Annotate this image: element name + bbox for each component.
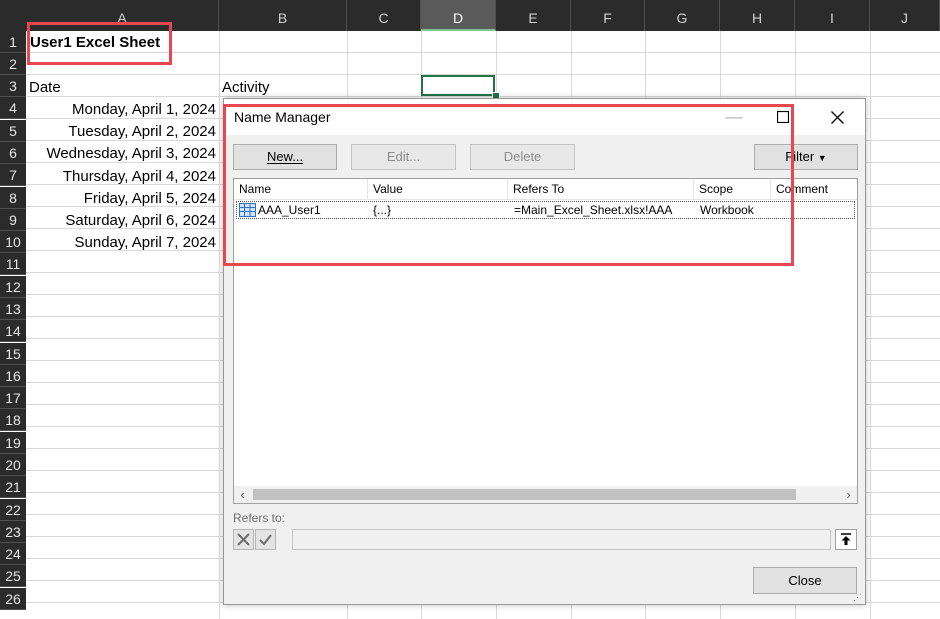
row-header[interactable]: 4 bbox=[0, 97, 26, 119]
column-name[interactable]: Name bbox=[234, 179, 368, 199]
column-scope[interactable]: Scope bbox=[694, 179, 771, 199]
collapse-dialog-button[interactable] bbox=[835, 529, 857, 550]
row-header[interactable]: 26 bbox=[0, 588, 26, 610]
confirm-edit-button[interactable] bbox=[255, 529, 276, 550]
dropdown-arrow-icon: ▼ bbox=[817, 153, 827, 163]
column-header-b[interactable]: B bbox=[219, 0, 347, 31]
dialog-title: Name Manager bbox=[234, 109, 331, 125]
delete-button[interactable]: Delete bbox=[470, 144, 575, 170]
new-button-label: New... bbox=[266, 149, 304, 164]
cell-date[interactable]: Tuesday, April 2, 2024 bbox=[26, 120, 216, 142]
row-header[interactable]: 2 bbox=[0, 53, 26, 75]
maximize-icon bbox=[776, 110, 790, 124]
close-button[interactable]: Close bbox=[753, 567, 857, 594]
row-header[interactable]: 13 bbox=[0, 298, 26, 320]
column-header-e[interactable]: E bbox=[496, 0, 571, 31]
names-list[interactable]: Name Value Refers To Scope Comment AAA_U… bbox=[233, 178, 858, 504]
cell-date[interactable]: Wednesday, April 3, 2024 bbox=[26, 142, 216, 164]
list-header: Name Value Refers To Scope Comment bbox=[234, 179, 857, 200]
close-window-button[interactable] bbox=[815, 103, 859, 131]
checkmark-icon bbox=[259, 534, 272, 546]
scrollbar-thumb[interactable] bbox=[253, 489, 796, 500]
dialog-titlebar[interactable]: Name Manager — bbox=[224, 99, 865, 135]
resize-grip-icon[interactable]: ⋰ bbox=[853, 592, 863, 602]
cell-b3-activity-header[interactable]: Activity bbox=[222, 76, 270, 98]
new-button[interactable]: New... bbox=[233, 144, 337, 170]
row-header[interactable]: 1 bbox=[0, 31, 26, 53]
cell-a1-title[interactable]: User1 Excel Sheet bbox=[30, 31, 160, 53]
cancel-edit-button[interactable] bbox=[233, 529, 254, 550]
scroll-right-icon[interactable]: › bbox=[840, 486, 857, 503]
horizontal-scrollbar[interactable]: ‹ › bbox=[234, 486, 857, 503]
row-scope: Workbook bbox=[700, 203, 754, 217]
filter-button[interactable]: Filter ▼ bbox=[754, 144, 858, 170]
cell-date[interactable]: Monday, April 1, 2024 bbox=[26, 98, 216, 120]
column-header-h[interactable]: H bbox=[720, 0, 795, 31]
row-header[interactable]: 5 bbox=[0, 120, 26, 142]
row-header[interactable]: 11 bbox=[0, 253, 26, 275]
cell-a3-date-header[interactable]: Date bbox=[29, 76, 61, 98]
row-header[interactable]: 6 bbox=[0, 142, 26, 164]
close-icon bbox=[830, 111, 844, 124]
maximize-button[interactable] bbox=[761, 103, 805, 131]
column-header-i[interactable]: I bbox=[795, 0, 870, 31]
row-header[interactable]: 23 bbox=[0, 521, 26, 543]
row-value: {...} bbox=[373, 203, 392, 217]
row-header[interactable]: 7 bbox=[0, 164, 26, 186]
row-header[interactable]: 25 bbox=[0, 565, 26, 587]
active-cell-d3[interactable] bbox=[421, 75, 495, 96]
cell-date[interactable]: Sunday, April 7, 2024 bbox=[26, 231, 217, 253]
column-comment[interactable]: Comment bbox=[771, 179, 857, 199]
row-header[interactable]: 10 bbox=[0, 231, 26, 253]
row-header[interactable]: 14 bbox=[0, 320, 26, 342]
row-header[interactable]: 21 bbox=[0, 476, 26, 498]
column-header-j[interactable]: J bbox=[870, 0, 940, 31]
column-value[interactable]: Value bbox=[368, 179, 508, 199]
row-name: AAA_User1 bbox=[258, 203, 321, 217]
named-range-icon bbox=[239, 202, 256, 218]
row-header[interactable]: 16 bbox=[0, 365, 26, 387]
column-header-d[interactable]: D bbox=[421, 0, 496, 31]
select-all-corner[interactable] bbox=[0, 0, 27, 31]
row-header[interactable]: 18 bbox=[0, 409, 26, 431]
minimize-icon: — bbox=[725, 107, 743, 126]
column-header-g[interactable]: G bbox=[645, 0, 720, 31]
row-header[interactable]: 3 bbox=[0, 75, 26, 97]
cell-date[interactable]: Saturday, April 6, 2024 bbox=[26, 209, 216, 231]
row-header[interactable]: 17 bbox=[0, 387, 26, 409]
row-header[interactable]: 12 bbox=[0, 276, 26, 298]
column-header-a[interactable]: A bbox=[26, 0, 219, 31]
row-header[interactable]: 22 bbox=[0, 499, 26, 521]
row-header[interactable]: 15 bbox=[0, 343, 26, 365]
cancel-x-icon bbox=[237, 533, 250, 546]
collapse-arrow-icon bbox=[841, 533, 851, 545]
cell-date[interactable]: Friday, April 5, 2024 bbox=[26, 187, 216, 209]
edit-button[interactable]: Edit... bbox=[351, 144, 456, 170]
row-header[interactable]: 20 bbox=[0, 454, 26, 476]
refers-to-label: Refers to: bbox=[233, 511, 286, 525]
row-refers-to: =Main_Excel_Sheet.xlsx!AAA bbox=[514, 203, 673, 217]
refers-to-input[interactable] bbox=[292, 529, 831, 550]
table-row[interactable]: AAA_User1 {...} =Main_Excel_Sheet.xlsx!A… bbox=[236, 201, 855, 219]
name-manager-dialog: Name Manager — New... Edit... Delete Fil… bbox=[223, 98, 866, 605]
column-header-c[interactable]: C bbox=[347, 0, 421, 31]
cell-date[interactable]: Thursday, April 4, 2024 bbox=[26, 165, 216, 187]
row-header[interactable]: 8 bbox=[0, 187, 26, 209]
column-refers-to[interactable]: Refers To bbox=[508, 179, 694, 199]
row-header[interactable]: 19 bbox=[0, 432, 26, 454]
scroll-left-icon[interactable]: ‹ bbox=[234, 486, 251, 503]
column-header-f[interactable]: F bbox=[571, 0, 645, 31]
row-header[interactable]: 9 bbox=[0, 209, 26, 231]
filter-button-label: Filter bbox=[785, 149, 815, 164]
row-header[interactable]: 24 bbox=[0, 543, 26, 565]
